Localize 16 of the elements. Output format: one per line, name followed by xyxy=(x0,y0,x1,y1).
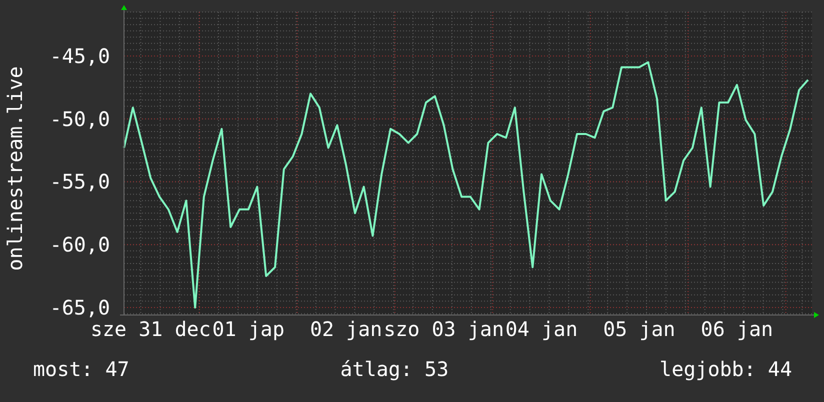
y-tick-label: -60,0 xyxy=(50,232,110,257)
x-tick-label: sze 31 dec xyxy=(90,317,211,341)
x-tick-label: 02 jan xyxy=(310,317,382,341)
x-tick-label: 06 jan xyxy=(700,317,774,341)
x-tick-label: 04 jan xyxy=(505,317,578,341)
legend-value: átlag: 53 xyxy=(340,357,449,381)
x-tick-label: 05 jan xyxy=(603,317,676,341)
x-tick-label: szo 03 jan xyxy=(384,317,504,341)
y-axis-title: onlinestream.live xyxy=(3,66,27,271)
y-tick-label: -45,0 xyxy=(50,44,110,68)
y-tick-label: -55,0 xyxy=(50,170,110,194)
legend-value: most: 47 xyxy=(33,357,130,381)
legend-value: legjobb: 44 xyxy=(660,357,792,381)
y-tick-label: -50,0 xyxy=(50,106,110,131)
y-tick-label: -65,0 xyxy=(50,295,110,320)
x-tick-label: 01 jap xyxy=(212,317,284,341)
